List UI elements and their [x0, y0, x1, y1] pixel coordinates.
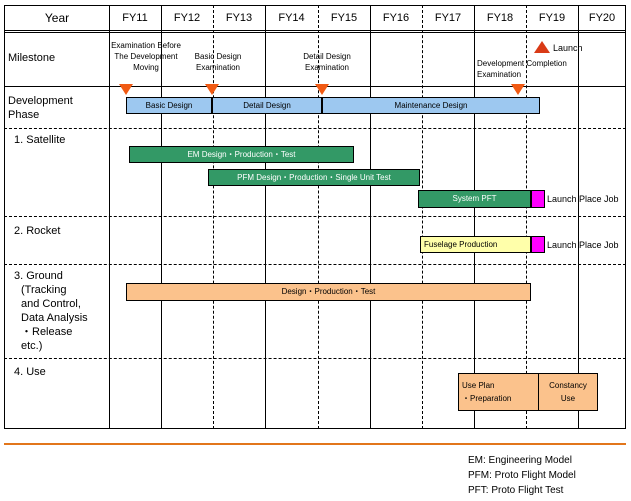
milestone-1-line1: Examination Before — [111, 41, 181, 50]
legend-line-em: EM: Engineering Model — [468, 455, 572, 466]
year-col-fy20: FY20 — [588, 12, 616, 24]
row-label-ground-line5: ・Release — [21, 326, 73, 338]
bar-system-pft-label: System PFT — [452, 194, 497, 203]
milestone-triangle-down-icon-1 — [119, 84, 133, 95]
rule-below-dev-phase — [4, 128, 626, 129]
bar-use-plan[interactable]: Use Plan ・Preparation — [458, 373, 539, 411]
milestone-triangle-down-icon-3 — [315, 84, 329, 95]
rule-below-year-header-2 — [4, 32, 626, 33]
bar-launch-marker-satellite[interactable] — [531, 190, 545, 208]
year-col-fy17: FY17 — [434, 12, 462, 24]
row-label-ground-line4: Data Analysis — [21, 312, 88, 324]
row-label-satellite: 1. Satellite — [14, 134, 66, 146]
bar-maintenance-design[interactable]: Maintenance Design — [322, 97, 540, 114]
year-col-fy13: FY13 — [225, 12, 253, 24]
year-col-fy11: FY11 — [122, 12, 148, 24]
bar-launch-marker-rocket[interactable] — [531, 236, 545, 253]
gridline-fy16-fy17 — [422, 5, 423, 429]
row-label-development-phase-line1: Development — [8, 95, 73, 107]
milestone-4-line1: Development Completion — [477, 59, 567, 68]
milestone-triangle-down-icon-4 — [511, 84, 525, 95]
gantt-chart-page: Year FY11 FY12 FY13 FY14 FY15 FY16 FY17 … — [0, 0, 631, 501]
bar-use-plan-line2: ・Preparation — [462, 394, 512, 403]
row-label-ground-line6: etc.) — [21, 340, 43, 352]
year-col-fy19: FY19 — [538, 12, 566, 24]
bar-detail-design-label: Detail Design — [243, 100, 291, 110]
milestone-2-line2: Examination — [195, 63, 241, 72]
row-label-rocket: 2. Rocket — [14, 225, 61, 237]
legend-line-pfm: PFM: Proto Flight Model — [468, 470, 576, 481]
row-label-development-phase-line2: Phase — [8, 109, 40, 121]
bar-system-pft[interactable]: System PFT — [418, 190, 531, 208]
year-col-fy18: FY18 — [486, 12, 514, 24]
launch-triangle-up-icon — [534, 41, 550, 53]
bar-detail-design[interactable]: Detail Design — [212, 97, 322, 114]
bar-maintenance-design-label: Maintenance Design — [394, 100, 468, 110]
year-col-fy14: FY14 — [278, 12, 305, 24]
milestone-4-line2: Examination — [477, 70, 522, 79]
bar-constancy-use-line2: Use — [560, 394, 576, 403]
gridline-fy13-fy14 — [265, 5, 266, 429]
row-label-ground-line1: 3. Ground — [14, 270, 63, 282]
year-col-fy16: FY16 — [382, 12, 410, 24]
label-launch-place-job-satellite: Launch Place Job — [547, 194, 619, 204]
row-label-milestone: Milestone — [8, 52, 56, 64]
bar-basic-design[interactable]: Basic Design — [126, 97, 212, 114]
row-label-ground-line3: and Control, — [21, 298, 81, 310]
bar-fuselage-production-label: Fuselage Production — [424, 239, 498, 249]
row-label-ground-line2: (Tracking — [21, 284, 67, 296]
rule-below-year-header — [4, 30, 626, 31]
bar-constancy-use-line1: Constancy — [549, 381, 587, 390]
milestone-2-line1: Basic Design — [194, 52, 242, 61]
bar-ground-design[interactable]: Design・Production・Test — [126, 283, 531, 301]
milestone-3-line1: Detail Design — [303, 52, 351, 61]
rule-below-ground — [4, 358, 626, 359]
rule-below-rocket — [4, 264, 626, 265]
bar-use-plan-line1: Use Plan — [462, 381, 495, 390]
bar-em-design-label: EM Design・Production・Test — [187, 149, 296, 159]
bar-pfm-design[interactable]: PFM Design・Production・Single Unit Test — [208, 169, 420, 186]
label-launch-place-job-rocket: Launch Place Job — [547, 240, 619, 250]
year-col-fy12: FY12 — [173, 12, 201, 24]
bar-constancy-use[interactable]: Constancy Use — [538, 373, 598, 411]
bar-pfm-design-label: PFM Design・Production・Single Unit Test — [237, 172, 391, 182]
legend-line-pft: PFT: Proto Flight Test — [468, 485, 564, 496]
milestone-3-line2: Examination — [304, 63, 350, 72]
year-col-fy15: FY15 — [330, 12, 358, 24]
milestone-triangle-down-icon-2 — [205, 84, 219, 95]
rule-below-satellite — [4, 216, 626, 217]
bar-em-design[interactable]: EM Design・Production・Test — [129, 146, 354, 163]
bar-ground-design-label: Design・Production・Test — [281, 287, 376, 296]
bottom-divider — [4, 443, 626, 445]
gridline-fy17-fy18 — [474, 5, 475, 429]
bar-basic-design-label: Basic Design — [145, 100, 193, 110]
bar-fuselage-production[interactable]: Fuselage Production — [420, 236, 531, 253]
launch-label: Launch — [553, 43, 583, 53]
row-label-use: 4. Use — [14, 366, 46, 378]
year-header-label: Year — [44, 11, 70, 25]
